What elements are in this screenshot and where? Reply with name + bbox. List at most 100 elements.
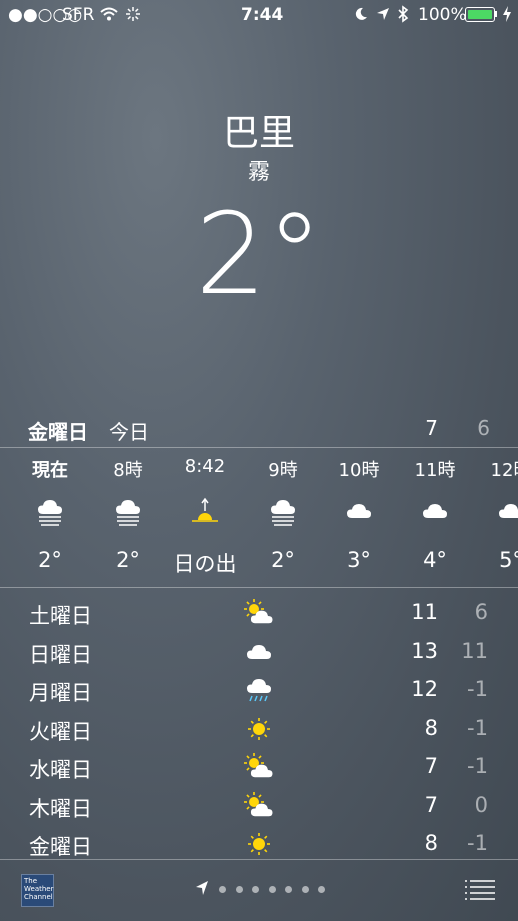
- weather-channel-logo[interactable]: The Weather Channel: [21, 874, 54, 907]
- city-list-icon[interactable]: [465, 878, 495, 902]
- day-name: 金曜日: [29, 835, 92, 859]
- fog-icon: [116, 500, 140, 526]
- day-low: -1: [467, 754, 488, 778]
- day-high: 11: [411, 600, 438, 624]
- day-low: 11: [461, 638, 488, 663]
- status-time: 7:44: [241, 5, 284, 25]
- daily-row: 火曜日 8 -1: [0, 710, 518, 748]
- hour-temperature: 2°: [38, 548, 62, 572]
- divider: [0, 447, 518, 448]
- day-icon: [244, 714, 274, 744]
- day-low: -1: [467, 831, 488, 855]
- hour-temperature: 日の出: [173, 552, 237, 576]
- cloud-icon: [423, 504, 447, 518]
- hour-temperature: 2°: [271, 548, 295, 572]
- divider: [0, 587, 518, 588]
- daily-row: 木曜日 7 0: [0, 787, 518, 825]
- day-icon: [244, 752, 274, 782]
- battery-percent: 100%: [418, 5, 467, 25]
- page-dot[interactable]: [301, 886, 309, 893]
- hour-icon: [496, 496, 518, 526]
- fog-icon: [38, 500, 62, 526]
- battery-level: [468, 10, 492, 19]
- partly-sunny-icon: [244, 753, 273, 778]
- sun-icon: [248, 717, 270, 740]
- day-high: 8: [424, 715, 438, 740]
- hour-temperature: 5°: [499, 548, 518, 572]
- charging-icon: [503, 6, 511, 22]
- today-label: 今日: [109, 420, 149, 444]
- hourly-forecast[interactable]: 現在 2° 8時 2° 8:42 日の出 9時 2° 10時 3° 11時 4° 12時 5°: [0, 450, 518, 587]
- page-dot[interactable]: [219, 886, 226, 893]
- day-icon: [244, 637, 274, 667]
- hour-temperature: 2°: [116, 548, 140, 572]
- day-low: -1: [467, 715, 488, 740]
- day-high: 7: [424, 754, 438, 778]
- day-high: 8: [424, 831, 438, 855]
- day-name: 日曜日: [29, 642, 92, 667]
- day-name: 水曜日: [29, 758, 92, 782]
- current-condition: 霧: [247, 160, 270, 185]
- day-icon: [244, 675, 274, 705]
- rain-icon: [247, 679, 271, 702]
- hour-label: 11時: [414, 460, 456, 481]
- page-dot[interactable]: [235, 886, 243, 893]
- battery-icon: [465, 7, 495, 22]
- page-dot[interactable]: [318, 886, 325, 893]
- moon-icon: [355, 7, 367, 20]
- daily-row: 金曜日 8 -1: [0, 825, 518, 863]
- sunrise-icon: [192, 497, 218, 522]
- hour-label: 8時: [113, 460, 143, 481]
- hour-icon: [35, 496, 65, 526]
- day-high: 7: [424, 792, 438, 817]
- day-name: 月曜日: [29, 681, 92, 705]
- city-name: 巴里: [222, 113, 295, 154]
- hour-label: 9時: [268, 460, 298, 481]
- sun-icon: [248, 833, 270, 855]
- current-temperature: 2°: [195, 190, 323, 320]
- bluetooth-icon: [398, 5, 409, 23]
- carrier-name: SFR: [62, 5, 95, 25]
- daily-row: 日曜日 13 11: [0, 633, 518, 671]
- hour-icon: [420, 496, 450, 526]
- hour-temperature: 4°: [423, 548, 447, 572]
- day-name: 火曜日: [29, 719, 92, 744]
- today-high: 7: [425, 416, 438, 440]
- hour-icon: [268, 496, 298, 526]
- daily-row: 月曜日 12 -1: [0, 671, 518, 709]
- day-low: -1: [467, 677, 488, 701]
- day-icon: [244, 829, 274, 859]
- page-dot[interactable]: [285, 886, 292, 893]
- today-row: 金曜日 今日 7 6: [0, 413, 518, 447]
- hour-temperature: 3°: [347, 548, 371, 572]
- daily-row: 土曜日 11 6: [0, 594, 518, 632]
- cloud-icon: [499, 504, 518, 518]
- partly-sunny-icon: [244, 599, 273, 624]
- day-icon: [244, 791, 274, 821]
- hour-label: 現在: [32, 460, 68, 481]
- day-name: 木曜日: [29, 796, 92, 821]
- hour-label: 10時: [338, 460, 380, 481]
- cloud-icon: [347, 504, 371, 518]
- status-bar: ●●○○○ SFR 7:44 100%: [0, 0, 518, 30]
- cloud-icon: [247, 644, 271, 659]
- location-arrow-icon: [377, 8, 389, 20]
- wifi-icon: [100, 7, 118, 21]
- page-dot[interactable]: [268, 886, 276, 893]
- day-high: 13: [411, 638, 438, 663]
- hour-label: 8:42: [184, 456, 226, 477]
- hour-icon: [113, 496, 143, 526]
- loading-icon: [126, 7, 140, 21]
- day-name: 土曜日: [29, 604, 92, 628]
- page-dot[interactable]: [252, 886, 259, 893]
- day-low: 6: [474, 600, 488, 624]
- hour-icon: [190, 496, 220, 526]
- day-icon: [244, 598, 274, 628]
- day-high: 12: [411, 677, 438, 701]
- today-day: 金曜日: [28, 420, 88, 444]
- hour-label: 12時: [490, 460, 518, 481]
- battery-tip: [495, 11, 497, 17]
- today-low: 6: [477, 416, 490, 440]
- fog-icon: [271, 500, 295, 526]
- day-low: 0: [474, 792, 488, 817]
